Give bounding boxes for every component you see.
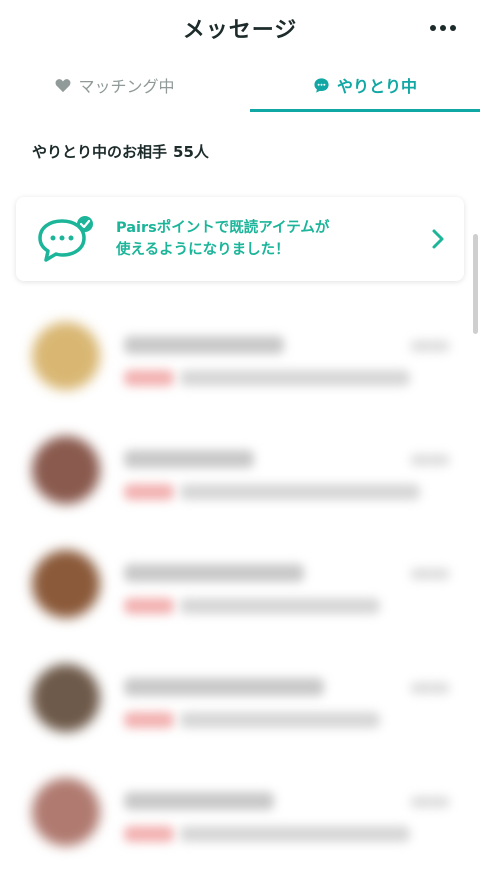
more-horizontal-icon: [430, 25, 456, 31]
badge-placeholder: [124, 826, 174, 842]
chevron-right-icon: [432, 229, 444, 249]
more-options-button[interactable]: [428, 16, 458, 40]
partner-count-value: 55人: [173, 143, 209, 161]
conversation-row[interactable]: [0, 414, 480, 528]
avatar: [32, 322, 100, 390]
partner-count: やりとり中のお相手 55人: [32, 141, 209, 162]
avatar: [32, 778, 100, 846]
active-tab-indicator: [250, 109, 480, 112]
partner-count-label: やりとり中のお相手: [32, 143, 168, 161]
banner-line-2: 使えるようになりました！: [116, 242, 290, 258]
conversation-list: [0, 300, 480, 870]
chat-check-icon: [38, 216, 93, 262]
name-placeholder: [124, 450, 254, 468]
conversation-row[interactable]: [0, 642, 480, 756]
avatar: [32, 664, 100, 732]
name-placeholder: [124, 678, 324, 696]
conversation-row[interactable]: [0, 528, 480, 642]
badge-placeholder: [124, 484, 174, 500]
name-placeholder: [124, 564, 304, 582]
message-placeholder: [180, 484, 420, 500]
tab-bar: マッチング中 やりとり中: [0, 60, 480, 114]
read-receipt-banner[interactable]: Pairsポイントで既読アイテムが 使えるようになりました！: [16, 197, 464, 281]
message-placeholder: [180, 598, 380, 614]
message-placeholder: [180, 712, 380, 728]
scrollbar[interactable]: [473, 234, 478, 334]
tab-chatting-label: やりとり中: [336, 77, 417, 96]
name-placeholder: [124, 792, 274, 810]
time-placeholder: [410, 796, 450, 808]
header: メッセージ: [0, 0, 480, 58]
name-placeholder: [124, 336, 284, 354]
time-placeholder: [410, 454, 450, 466]
badge-placeholder: [124, 712, 174, 728]
time-placeholder: [410, 568, 450, 580]
message-placeholder: [180, 826, 410, 842]
tab-matching-label: マッチング中: [78, 77, 175, 96]
badge-placeholder: [124, 370, 174, 386]
avatar: [32, 436, 100, 504]
badge-placeholder: [124, 598, 174, 614]
chat-bubble-icon: [314, 77, 329, 93]
conversation-row[interactable]: [0, 300, 480, 414]
time-placeholder: [410, 682, 450, 694]
banner-message: Pairsポイントで既読アイテムが 使えるようになりました！: [116, 217, 416, 261]
conversation-row[interactable]: [0, 756, 480, 870]
heart-icon: [56, 78, 71, 92]
message-placeholder: [180, 370, 410, 386]
page-title: メッセージ: [182, 18, 298, 43]
avatar: [32, 550, 100, 618]
time-placeholder: [410, 340, 450, 352]
tab-chatting[interactable]: やりとり中: [250, 60, 480, 110]
tab-matching[interactable]: マッチング中: [0, 60, 230, 110]
banner-line-1: Pairsポイントで既読アイテムが: [116, 220, 330, 236]
